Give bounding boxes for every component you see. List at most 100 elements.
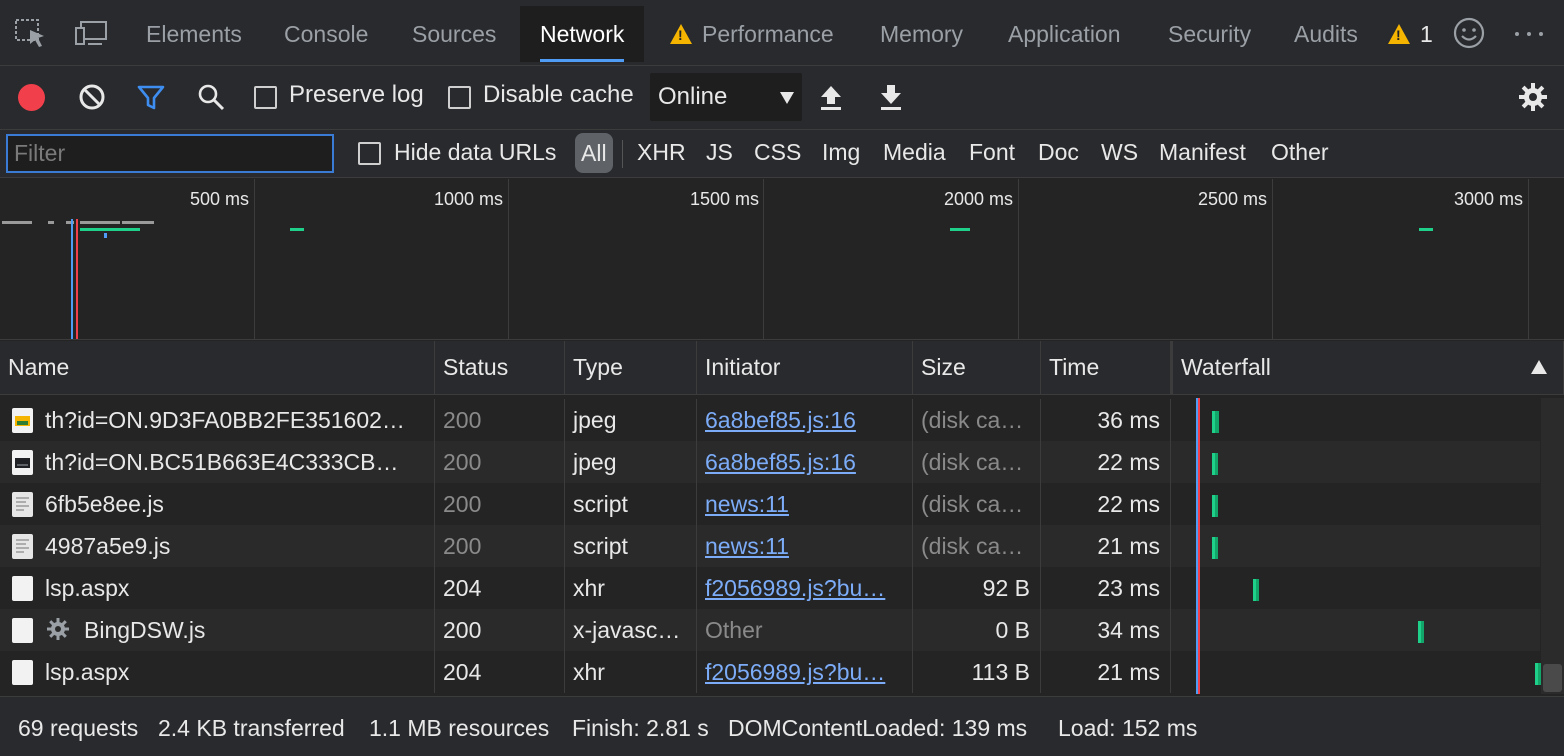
tab-audits[interactable]: Audits xyxy=(1274,6,1378,62)
export-har-icon[interactable] xyxy=(876,82,906,112)
name-cell[interactable]: 4987a5e9.js xyxy=(0,525,435,567)
status-cell: 200 xyxy=(435,399,565,441)
initiator-link[interactable]: f2056989.js?bu… xyxy=(697,651,913,693)
service-worker-gear-icon xyxy=(47,618,69,640)
tab-label: Memory xyxy=(880,21,964,47)
throttling-select[interactable]: Online xyxy=(650,73,802,121)
status-cell: 204 xyxy=(435,567,565,609)
tab-console[interactable]: Console xyxy=(264,6,388,62)
column-label: Status xyxy=(443,354,509,380)
tab-security[interactable]: Security xyxy=(1148,6,1271,62)
table-row[interactable]: th?id=ON.BC51B663E4C333CB… 200 jpeg 6a8b… xyxy=(0,441,1540,483)
name-cell[interactable]: BingDSW.js xyxy=(0,609,435,651)
initiator-link[interactable]: news:11 xyxy=(697,525,913,567)
column-header-size[interactable]: Size xyxy=(913,341,1041,395)
overview-request-bar xyxy=(48,221,54,224)
filter-type-manifest[interactable]: Manifest xyxy=(1159,139,1246,166)
tab-application[interactable]: Application xyxy=(988,6,1141,62)
tab-label: Sources xyxy=(412,21,497,47)
filter-type-js[interactable]: JS xyxy=(706,139,733,166)
warnings-counter[interactable]: 1 xyxy=(1388,6,1433,62)
table-row[interactable]: lsp.aspx 204 xhr f2056989.js?bu… 113 B 2… xyxy=(0,651,1541,693)
status-cell: 200 xyxy=(435,525,565,567)
table-row[interactable]: 6fb5e8ee.js 200 script news:11 (disk ca…… xyxy=(0,483,1540,525)
filter-type-ws[interactable]: WS xyxy=(1101,139,1138,166)
overview-gridline xyxy=(763,179,764,340)
requests-table-body: th?id=ON.9D3FA0BB2FE351602… 200 jpeg 6a8… xyxy=(0,398,1564,694)
filter-type-doc[interactable]: Doc xyxy=(1038,139,1079,166)
column-header-time[interactable]: Time xyxy=(1041,341,1171,395)
name-cell[interactable]: th?id=ON.BC51B663E4C333CB… xyxy=(0,441,435,483)
initiator-link[interactable]: f2056989.js?bu… xyxy=(697,567,913,609)
column-header-initiator[interactable]: Initiator xyxy=(697,341,913,395)
search-icon[interactable] xyxy=(196,82,226,112)
inspect-element-icon[interactable] xyxy=(14,16,48,50)
image-icon xyxy=(12,408,33,433)
overview-tick-label: 500 ms xyxy=(189,189,249,209)
scrollbar-thumb[interactable] xyxy=(1543,664,1562,692)
overview-request-bar xyxy=(290,228,304,231)
overview-request-bar xyxy=(1419,228,1433,231)
name-cell[interactable]: lsp.aspx xyxy=(0,651,435,693)
time-cell: 21 ms xyxy=(1041,525,1171,567)
tab-elements[interactable]: Elements xyxy=(126,6,262,62)
warning-icon xyxy=(670,24,692,44)
overview-tick-label: 1000 ms xyxy=(433,189,503,209)
record-button[interactable] xyxy=(18,84,45,111)
sort-ascending-icon xyxy=(1531,360,1547,374)
request-name: 6fb5e8ee.js xyxy=(45,491,164,517)
time-cell: 36 ms xyxy=(1041,399,1171,441)
tab-performance[interactable]: Performance xyxy=(650,6,854,62)
chevron-down-icon xyxy=(780,92,794,104)
column-header-waterfall[interactable]: Waterfall xyxy=(1171,341,1564,395)
table-scrollbar[interactable] xyxy=(1541,398,1564,694)
filter-type-img[interactable]: Img xyxy=(822,139,860,166)
overview-gridline xyxy=(1272,179,1273,340)
column-header-name[interactable]: Name xyxy=(0,341,435,395)
tab-memory[interactable]: Memory xyxy=(860,6,983,62)
name-cell[interactable]: 6fb5e8ee.js xyxy=(0,483,435,525)
requests-table-header: Name Status Type Initiator Size Time Wat… xyxy=(0,341,1564,395)
filter-type-other[interactable]: Other xyxy=(1271,139,1329,166)
settings-gear-icon[interactable] xyxy=(1518,82,1548,112)
tab-network[interactable]: Network xyxy=(520,6,645,62)
overview-tick-label: 1500 ms xyxy=(689,189,759,209)
table-row[interactable]: 4987a5e9.js 200 script news:11 (disk ca…… xyxy=(0,525,1540,567)
initiator-link[interactable]: news:11 xyxy=(697,483,913,525)
filter-type-xhr[interactable]: XHR xyxy=(637,139,686,166)
hide-data-urls-checkbox[interactable] xyxy=(358,142,381,165)
waterfall-cell xyxy=(1171,441,1541,483)
filter-type-font[interactable]: Font xyxy=(969,139,1015,166)
network-summary-bar: 69 requests 2.4 KB transferred 1.1 MB re… xyxy=(0,696,1564,756)
more-options-icon[interactable] xyxy=(1512,16,1546,50)
disable-cache-label: Disable cache xyxy=(483,81,634,108)
filter-type-all[interactable]: All xyxy=(575,133,613,173)
clear-icon[interactable] xyxy=(77,82,107,112)
initiator-link[interactable]: 6a8bef85.js:16 xyxy=(697,399,913,441)
filter-type-css[interactable]: CSS xyxy=(754,139,801,166)
tab-sources[interactable]: Sources xyxy=(392,6,516,62)
tab-label: Application xyxy=(1008,21,1121,47)
filter-input[interactable] xyxy=(6,134,334,173)
column-header-status[interactable]: Status xyxy=(435,341,565,395)
name-cell[interactable]: th?id=ON.9D3FA0BB2FE351602… xyxy=(0,399,435,441)
feedback-smiley-icon[interactable] xyxy=(1452,16,1486,50)
table-row[interactable]: BingDSW.js 200 x-javasc… Other 0 B 34 ms xyxy=(0,609,1540,651)
disable-cache-checkbox[interactable] xyxy=(448,86,471,109)
overview-request-bar xyxy=(80,228,140,231)
finish-time: Finish: 2.81 s xyxy=(572,715,709,741)
import-har-icon[interactable] xyxy=(816,82,846,112)
size-cell: 0 B xyxy=(913,609,1041,651)
filter-type-media[interactable]: Media xyxy=(883,139,946,166)
timeline-overview[interactable]: 500 ms 1000 ms 1500 ms 2000 ms 2500 ms 3… xyxy=(0,179,1564,340)
time-cell: 21 ms xyxy=(1041,651,1171,693)
table-row[interactable]: th?id=ON.9D3FA0BB2FE351602… 200 jpeg 6a8… xyxy=(0,399,1540,441)
column-header-type[interactable]: Type xyxy=(565,341,697,395)
preserve-log-checkbox[interactable] xyxy=(254,86,277,109)
filter-icon[interactable] xyxy=(136,82,166,112)
table-row[interactable]: lsp.aspx 204 xhr f2056989.js?bu… 92 B 23… xyxy=(0,567,1540,609)
name-cell[interactable]: lsp.aspx xyxy=(0,567,435,609)
device-toolbar-icon[interactable] xyxy=(74,16,108,50)
waterfall-bar xyxy=(1212,453,1218,475)
initiator-link[interactable]: 6a8bef85.js:16 xyxy=(697,441,913,483)
